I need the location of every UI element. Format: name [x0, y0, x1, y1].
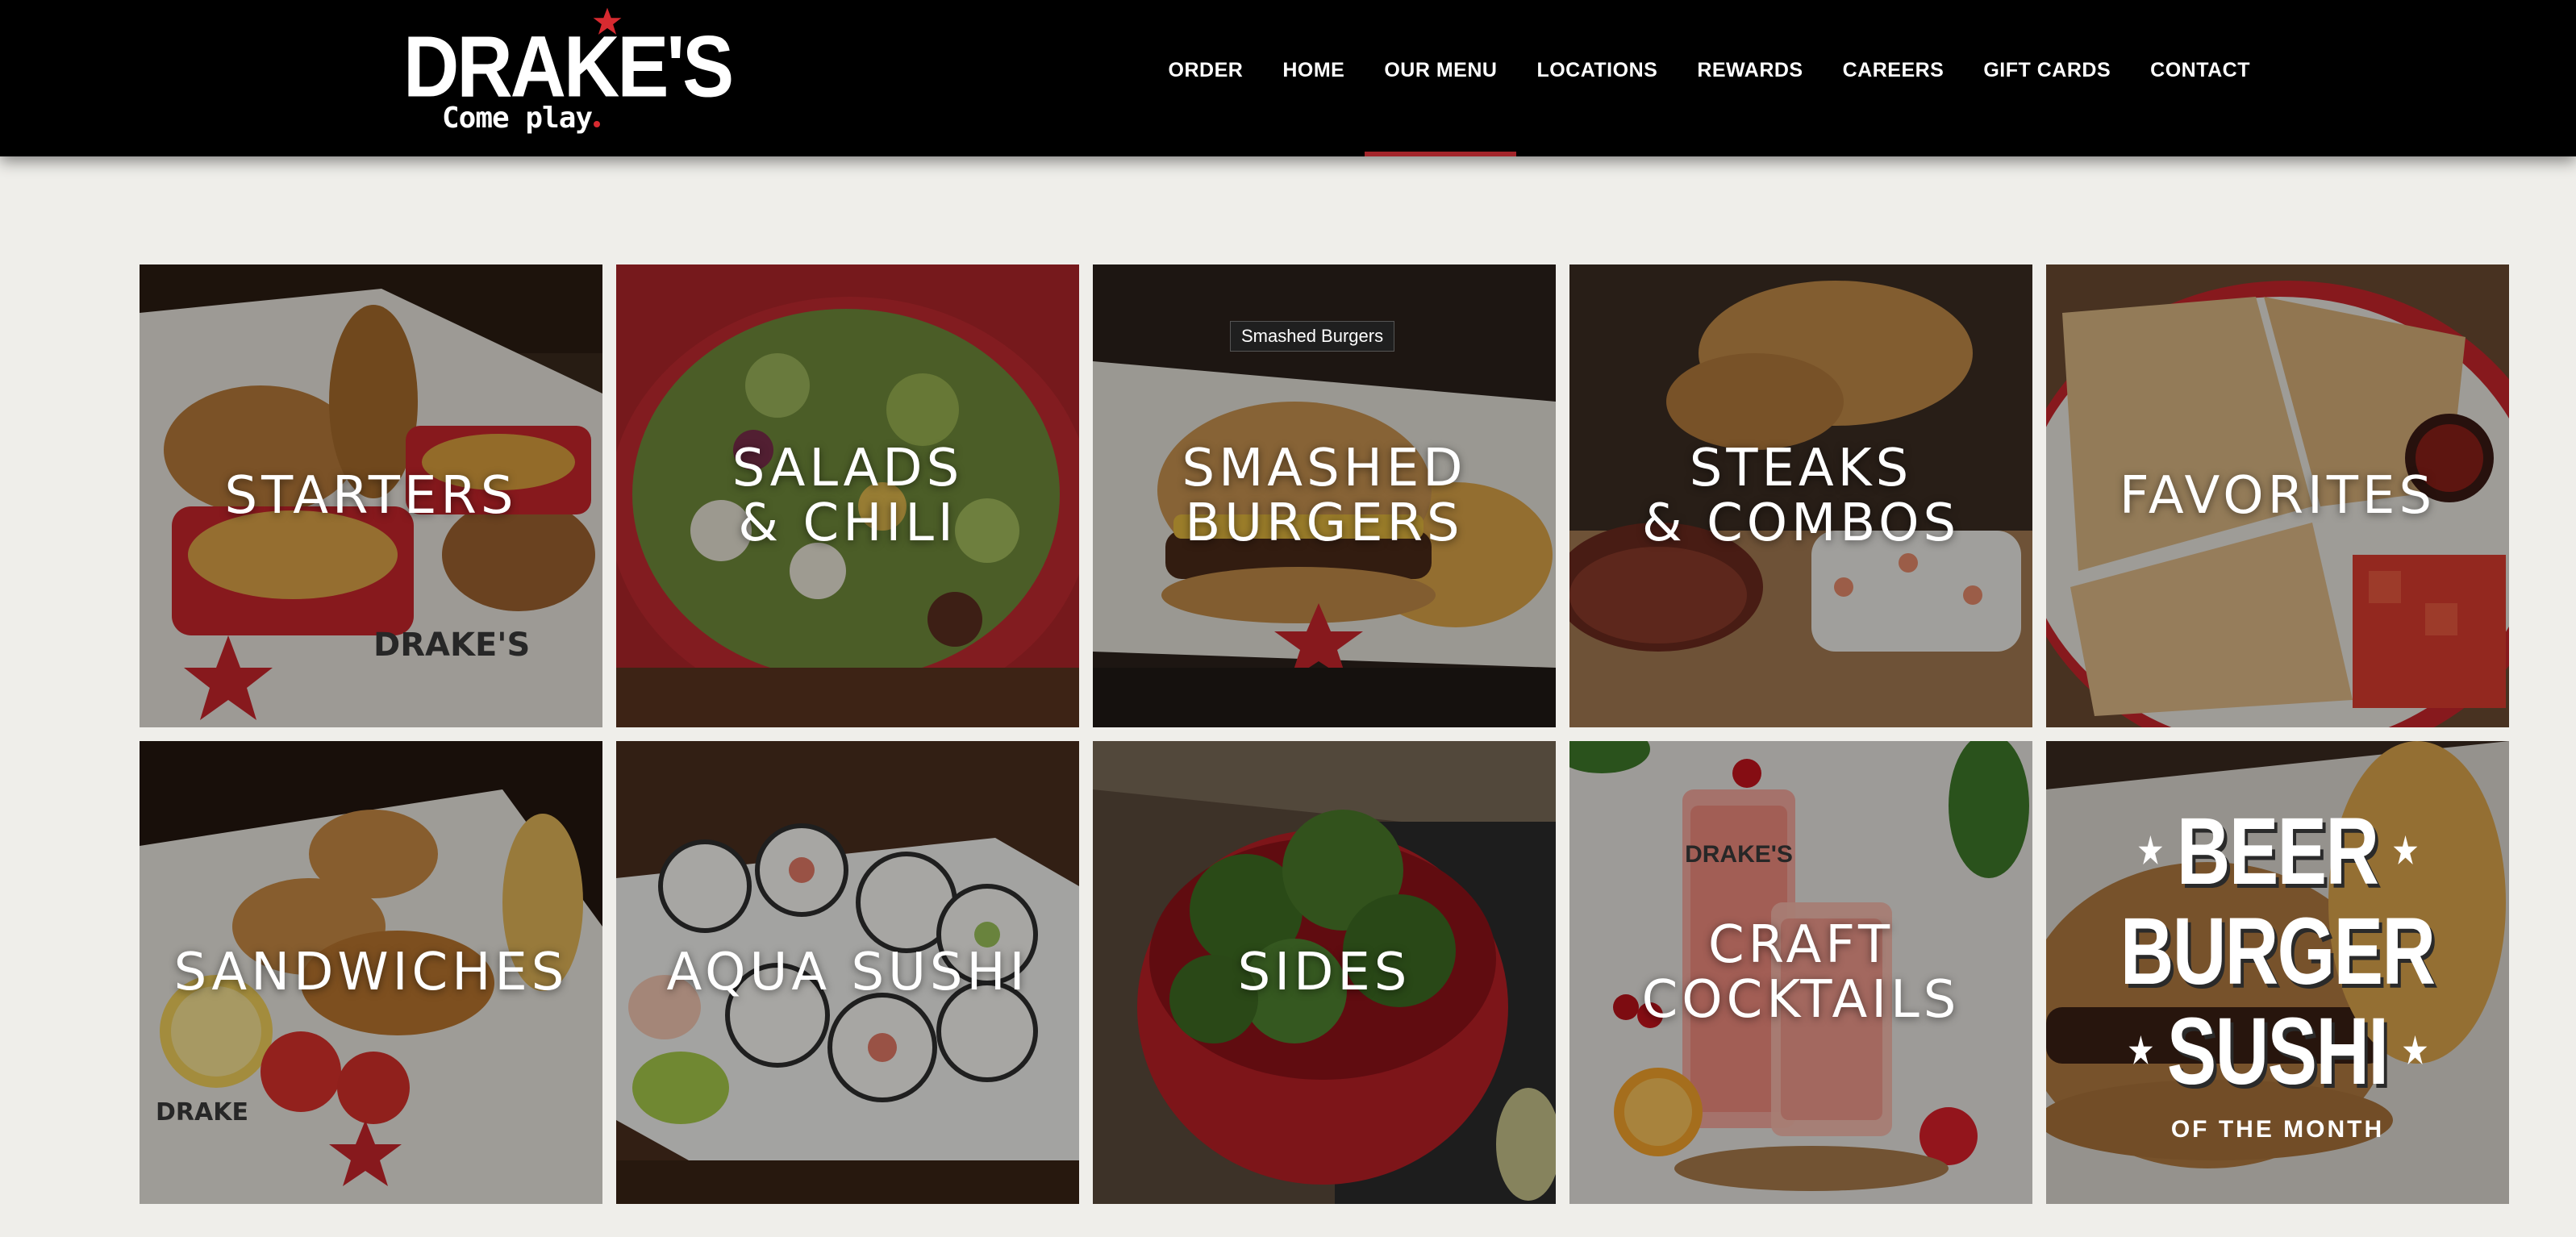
tile-title: SANDWICHES	[173, 943, 569, 1002]
menu-tile-sandwiches[interactable]: DRAKE SANDWICHES	[140, 741, 602, 1204]
tile-title: STEAKS & COMBOS	[1641, 439, 1961, 553]
promo-word: BURGER	[2120, 898, 2436, 1005]
nav-contact[interactable]: CONTACT	[2150, 0, 2250, 156]
nav-our-menu[interactable]: OUR MENU	[1365, 0, 1517, 156]
menu-category-grid: DRAKE'S STARTERS SALADS & CHILI Smashed …	[140, 264, 2509, 1204]
promo-text: ★ BEER ★ BURGER ★ SUSHI ★ OF THE MONTH	[2076, 802, 2478, 1143]
tile-title: SIDES	[1237, 943, 1411, 1002]
star-icon: ★	[2393, 831, 2418, 871]
nav-rewards[interactable]: REWARDS	[1697, 0, 1803, 156]
menu-tile-craft-cocktails[interactable]: DRAKE'S CRAFT COCKTAILS	[1569, 741, 2032, 1204]
logo-tagline: Come play	[442, 102, 601, 135]
menu-tile-salads-chili[interactable]: SALADS & CHILI	[616, 264, 1079, 727]
nav-locations[interactable]: LOCATIONS	[1536, 0, 1657, 156]
menu-tile-favorites[interactable]: FAVORITES	[2046, 264, 2509, 727]
tagline-dot	[594, 121, 601, 127]
tile-tooltip: Smashed Burgers	[1230, 321, 1395, 352]
menu-tile-steaks-combos[interactable]: STEAKS & COMBOS	[1569, 264, 2032, 727]
promo-line-beer: ★ BEER ★	[2120, 802, 2435, 902]
promo-line-sushi: ★ SUSHI ★	[2120, 1002, 2435, 1102]
nav-home[interactable]: HOME	[1282, 0, 1344, 156]
tile-title: CRAFT COCKTAILS	[1641, 915, 1961, 1030]
tile-title: AQUA SUSHI	[666, 943, 1029, 1002]
promo-line-burger: BURGER	[2120, 898, 2436, 1005]
menu-tile-sides[interactable]: SIDES	[1093, 741, 1556, 1204]
menu-tile-aqua-sushi[interactable]: AQUA SUSHI	[616, 741, 1079, 1204]
menu-tile-beer-burger-sushi-promo[interactable]: ★ BEER ★ BURGER ★ SUSHI ★ OF THE MONTH	[2046, 741, 2509, 1204]
tile-title: SALADS & CHILI	[732, 439, 964, 553]
star-icon	[593, 7, 622, 35]
promo-word: BEER	[2177, 798, 2379, 905]
tile-title: FAVORITES	[2119, 466, 2436, 526]
menu-tile-starters[interactable]: DRAKE'S STARTERS	[140, 264, 602, 727]
logo-wordmark: DRAKE'S	[403, 19, 734, 116]
star-icon: ★	[2403, 1031, 2428, 1071]
nav-careers[interactable]: CAREERS	[1843, 0, 1945, 156]
site-header: DRAKE'S Come play ORDER HOME OUR MENU LO…	[0, 0, 2576, 156]
promo-subtitle: OF THE MONTH	[2170, 1116, 2385, 1143]
drakes-logo[interactable]: DRAKE'S Come play	[400, 7, 734, 145]
star-icon: ★	[2128, 1031, 2153, 1071]
menu-tile-smashed-burgers[interactable]: Smashed Burgers SMASHED BURGERS	[1093, 264, 1556, 727]
tile-title: STARTERS	[224, 466, 518, 526]
nav-order[interactable]: ORDER	[1169, 0, 1244, 156]
promo-word: SUSHI	[2167, 998, 2389, 1105]
main-nav: ORDER HOME OUR MENU LOCATIONS REWARDS CA…	[1129, 0, 2250, 156]
tile-title: SMASHED BURGERS	[1182, 439, 1467, 553]
nav-gift-cards[interactable]: GIFT CARDS	[1983, 0, 2111, 156]
star-icon: ★	[2138, 831, 2163, 871]
